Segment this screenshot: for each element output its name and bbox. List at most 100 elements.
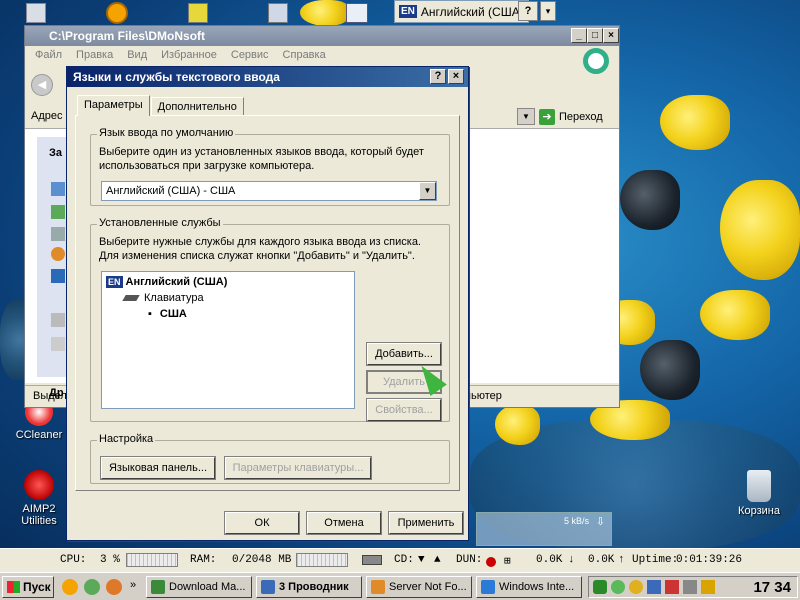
fish-decoration	[620, 170, 680, 230]
desktop-icon-recycle-bin[interactable]: Корзина	[724, 470, 794, 517]
quicklaunch-overflow-icon[interactable]: »	[130, 579, 136, 591]
default-language-value: Английский (США) - США	[106, 185, 236, 197]
group-description: Выберите один из установленных языков вв…	[99, 146, 424, 158]
group-title: Настройка	[97, 433, 156, 445]
download-value: 0.0K	[536, 554, 563, 566]
apply-button[interactable]: Применить	[388, 511, 464, 535]
dialog-close-button[interactable]: ×	[448, 69, 464, 84]
fish-decoration	[720, 180, 800, 280]
go-button[interactable]: ➔ Переход	[539, 107, 617, 126]
properties-button[interactable]: Свойства...	[366, 398, 442, 422]
task-icon[interactable]	[51, 247, 65, 261]
quicklaunch-firefox-icon[interactable]	[106, 579, 122, 595]
tray-icon[interactable]	[629, 580, 643, 594]
tab-settings[interactable]: Параметры	[77, 95, 150, 116]
cpu-value: 3 %	[100, 554, 120, 566]
tree-category-node[interactable]: Клавиатура	[122, 292, 204, 304]
language-code: EN	[399, 5, 417, 18]
language-bar-button[interactable]: Языковая панель...	[100, 456, 216, 480]
windows-flag-icon	[7, 581, 20, 593]
aimp-icon[interactable]	[106, 2, 128, 24]
menu-file[interactable]: Файл	[35, 49, 62, 63]
uptime-value: 0:01:39:26	[676, 554, 743, 566]
tray-icon[interactable]	[647, 580, 661, 594]
tab-advanced[interactable]: Дополнительно	[150, 97, 244, 116]
program-icon[interactable]	[188, 3, 208, 23]
download-task-icon	[151, 580, 165, 594]
address-dropdown-icon[interactable]: ▼	[517, 108, 535, 125]
address-label: Адрес	[31, 110, 63, 122]
cancel-button[interactable]: Отмена	[306, 511, 382, 535]
language-label: Английский (США)	[420, 4, 524, 19]
uptime-label: Uptime:	[632, 554, 679, 566]
services-tree[interactable]: EN Английский (США) Клавиатура ▪ США	[101, 271, 355, 409]
taskbar-button[interactable]: Windows Inte...	[476, 576, 582, 598]
ram-value: 0/2048 MB	[232, 554, 292, 566]
cd-eject-icon[interactable]: ▲	[434, 554, 441, 566]
task-icon[interactable]	[51, 205, 65, 219]
program-icon[interactable]	[268, 3, 288, 23]
tray-icon[interactable]	[665, 580, 679, 594]
default-language-select[interactable]: Английский (США) - США ▼	[101, 181, 437, 201]
bullet-icon: ▪	[148, 308, 152, 320]
keyboard-settings-button[interactable]: Параметры клавиатуры...	[224, 456, 372, 480]
taskbar-button[interactable]: Server Not Fo...	[366, 576, 472, 598]
language-bar-options-icon[interactable]: ▾	[540, 1, 556, 21]
dialog-tabs: Параметры Дополнительно	[77, 95, 245, 116]
keyboard-icon	[122, 295, 140, 301]
menu-help[interactable]: Справка	[283, 49, 326, 63]
go-arrow-icon: ➔	[539, 108, 555, 125]
task-icon[interactable]	[51, 337, 65, 351]
dialog-titlebar[interactable]: Языки и службы текстового ввода ? ×	[67, 67, 468, 87]
ok-button[interactable]: ОК	[224, 511, 300, 535]
chevron-down-icon[interactable]: ▼	[419, 182, 436, 200]
desktop-icon-aimp2-utilities[interactable]: AIMP2 Utilities	[4, 470, 74, 527]
task-icon[interactable]	[51, 182, 65, 196]
explorer-titlebar[interactable]: C:\Program Files\DMoNsoft _ □ ×	[25, 26, 619, 46]
menu-view[interactable]: Вид	[127, 49, 147, 63]
menu-tools[interactable]: Сервис	[231, 49, 269, 63]
fish-decoration	[660, 95, 730, 150]
desktop-top-icon[interactable]	[26, 3, 46, 23]
tray-icon[interactable]	[701, 580, 715, 594]
cd-eject-icon[interactable]: ▼	[418, 554, 425, 566]
program-icon[interactable]	[346, 3, 368, 23]
system-tray: 17 34	[588, 576, 798, 598]
network-widget[interactable]: 5 kB/s ⇩	[476, 512, 612, 546]
quicklaunch-aimp-icon[interactable]	[62, 579, 78, 595]
task-icon[interactable]	[51, 227, 65, 241]
tray-icon[interactable]	[593, 580, 607, 594]
menu-favorites[interactable]: Избранное	[161, 49, 217, 63]
tree-language-node[interactable]: EN Английский (США)	[106, 276, 227, 288]
task-icon[interactable]	[51, 313, 65, 327]
language-bar-help-button[interactable]: ?	[518, 1, 538, 21]
recycle-bin-icon	[747, 470, 771, 502]
clock[interactable]: 17 34	[753, 579, 791, 596]
quicklaunch-messenger-icon[interactable]	[84, 579, 100, 595]
task-pane[interactable]: За Др	[37, 137, 67, 399]
browser-task-icon	[371, 580, 385, 594]
task-icon[interactable]	[51, 269, 65, 283]
tray-icon[interactable]	[683, 580, 697, 594]
tray-icon[interactable]	[611, 580, 625, 594]
group-description: Выберите нужные службы для каждого языка…	[99, 236, 421, 248]
tab-panel: Язык ввода по умолчанию Выберите один из…	[75, 115, 460, 491]
start-button[interactable]: Пуск	[2, 576, 54, 598]
menu-edit[interactable]: Правка	[76, 49, 113, 63]
maximize-button[interactable]: □	[587, 28, 603, 43]
taskbar-button[interactable]: 3 Проводник	[256, 576, 362, 598]
tree-layout-node[interactable]: ▪ США	[148, 308, 187, 320]
close-button[interactable]: ×	[603, 28, 619, 43]
dialog-help-button[interactable]: ?	[430, 69, 446, 84]
cpu-meter	[126, 553, 178, 567]
language-bar[interactable]: EN Английский (США)	[394, 0, 529, 23]
tree-category-label: Клавиатура	[144, 292, 204, 304]
default-language-group: Язык ввода по умолчанию Выберите один из…	[90, 127, 450, 206]
system-monitor-bar: CPU: 3 % RAM: 0/2048 MB CD: ▼ ▲ DUN: ⊞ 0…	[0, 548, 800, 572]
taskbar-button[interactable]: Download Ma...	[146, 576, 252, 598]
minimize-button[interactable]: _	[571, 28, 587, 43]
text-services-dialog[interactable]: Языки и службы текстового ввода ? × Пара…	[66, 66, 469, 541]
dialog-title: Языки и службы текстового ввода	[73, 70, 280, 84]
back-button[interactable]: ◀	[31, 74, 53, 96]
explorer-task-icon	[261, 580, 275, 594]
